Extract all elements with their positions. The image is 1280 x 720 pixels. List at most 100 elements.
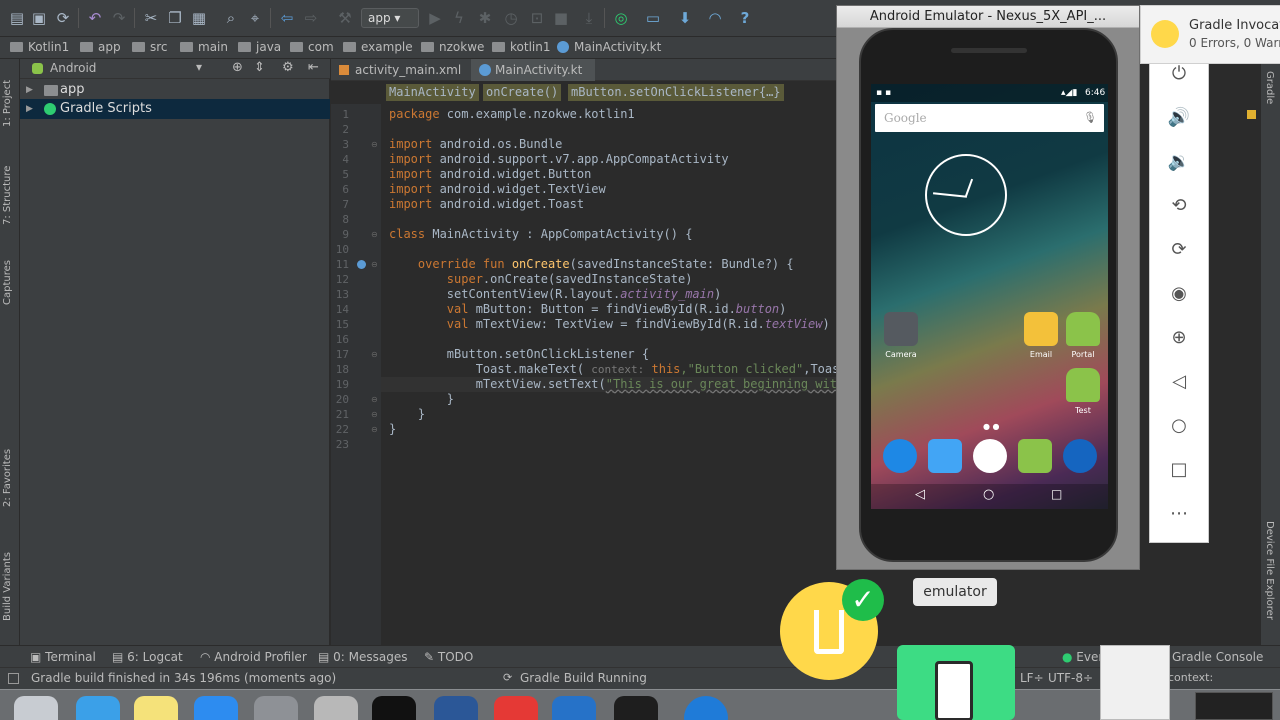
hide-icon[interactable]: ⇤	[308, 60, 319, 75]
run-icon[interactable]: ▶	[426, 9, 444, 27]
app-camera[interactable]: Camera	[877, 312, 925, 359]
tab-gradle-console[interactable]: Gradle Console	[1172, 649, 1263, 665]
warning-marker[interactable]	[1247, 110, 1256, 119]
breadcrumb-item[interactable]: app	[80, 39, 121, 55]
gradle-notification[interactable]: Gradle Invocatio 0 Errors, 0 Warnin	[1140, 5, 1280, 64]
chevron-down-icon[interactable]: ▾	[196, 60, 202, 74]
phone-app-icon[interactable]	[883, 439, 917, 473]
fold-marker-icon[interactable]: ⊖	[371, 140, 378, 149]
breadcrumb-item[interactable]: kotlin1	[492, 39, 550, 55]
app-portal[interactable]: Portal	[1059, 312, 1107, 359]
document-dock-icon[interactable]	[1100, 645, 1170, 720]
breadcrumb-item-current[interactable]: MainActivity.kt	[557, 39, 661, 55]
tab-mainactivity-kt[interactable]: MainActivity.kt ✕	[471, 59, 595, 99]
tab-device-file-explorer[interactable]: Device File Explorer	[1264, 521, 1275, 620]
breadcrumb-item[interactable]: java	[238, 39, 281, 55]
fold-marker-icon[interactable]: ⊖	[371, 395, 378, 404]
system-preferences-icon[interactable]	[254, 696, 298, 720]
chrome-icon[interactable]	[494, 696, 538, 720]
code-crumb-class[interactable]: MainActivity	[386, 84, 479, 101]
google-search-bar[interactable]: Google 🎙	[875, 104, 1104, 132]
redo-icon[interactable]: ↷	[110, 9, 128, 27]
terminal-app-icon[interactable]	[372, 696, 416, 720]
activity-monitor-thumbnail[interactable]	[1195, 692, 1273, 720]
breadcrumb-item[interactable]: com	[290, 39, 334, 55]
override-gutter-icon[interactable]	[357, 260, 366, 269]
home-icon[interactable]: ○	[1150, 411, 1208, 441]
app-email[interactable]: Email	[1017, 312, 1065, 359]
status-context[interactable]: context:	[1168, 671, 1213, 684]
quicktime-icon[interactable]	[684, 696, 728, 720]
scroll-from-source-icon[interactable]: ⊕	[232, 60, 243, 75]
launchpad-icon[interactable]	[14, 696, 58, 720]
paste-icon[interactable]: ▦	[190, 9, 208, 27]
analog-clock-widget[interactable]	[925, 154, 1007, 236]
contacts-app-icon[interactable]	[928, 439, 962, 473]
tab-messages[interactable]: ▤ 0: Messages	[318, 649, 408, 665]
back-icon[interactable]: ⇦	[278, 9, 296, 27]
status-message[interactable]: Gradle build finished in 34s 196ms (mome…	[31, 671, 336, 685]
app-store-icon[interactable]	[194, 696, 238, 720]
file-encoding[interactable]: UTF-8÷	[1048, 671, 1093, 685]
back-icon[interactable]: ◁	[1150, 367, 1208, 397]
view-mode-select[interactable]: Android	[50, 61, 96, 75]
copy-icon[interactable]: ❐	[166, 9, 184, 27]
forward-icon[interactable]: ⇨	[302, 9, 320, 27]
background-task[interactable]: Gradle Build Running	[520, 671, 647, 685]
fold-marker-icon[interactable]: ⊖	[371, 410, 378, 419]
expand-arrow-icon[interactable]: ▶	[26, 99, 33, 119]
notes-icon[interactable]	[134, 696, 178, 720]
browser-app-icon[interactable]	[1063, 439, 1097, 473]
run-config-select[interactable]: app ▾	[361, 8, 419, 28]
tab-favorites[interactable]: 2: Favorites	[2, 447, 18, 507]
line-separator[interactable]: LF÷	[1020, 671, 1044, 685]
fold-marker-icon[interactable]: ⊖	[371, 260, 378, 269]
undo-icon[interactable]: ↶	[86, 9, 104, 27]
screenshot-icon[interactable]: ◉	[1150, 279, 1208, 309]
tree-item-gradle-scripts[interactable]: ▶ Gradle Scripts	[20, 99, 330, 119]
rotate-right-icon[interactable]: ⟳	[1150, 235, 1208, 265]
build-icon[interactable]: ⚒	[336, 9, 354, 27]
finder-icon[interactable]	[76, 696, 120, 720]
nav-back-icon[interactable]: ◁	[915, 487, 925, 502]
cut-icon[interactable]: ✂	[142, 9, 160, 27]
profile-icon[interactable]: ◷	[502, 9, 520, 27]
app-test[interactable]: Test	[1059, 368, 1107, 415]
fold-marker-icon[interactable]: ⊖	[371, 425, 378, 434]
app-drawer-icon[interactable]	[973, 439, 1007, 473]
sdk-manager-icon[interactable]: ⬇	[676, 9, 694, 27]
volume-down-icon[interactable]: 🔉	[1150, 147, 1208, 177]
save-icon[interactable]: ▣	[30, 9, 48, 27]
tab-captures[interactable]: Captures	[2, 249, 18, 305]
breadcrumb-item[interactable]: nzokwe	[421, 39, 484, 55]
phone-screen[interactable]: ▪ ▪ ▴◢▮ 6:46 Google 🎙 Camera Email Porta…	[871, 84, 1108, 509]
breadcrumb-item[interactable]: src	[132, 39, 168, 55]
firefox-icon[interactable]	[552, 696, 596, 720]
overview-icon[interactable]: □	[1150, 455, 1208, 485]
messaging-app-icon[interactable]	[1018, 439, 1052, 473]
code-crumb-function[interactable]: onCreate()	[483, 84, 562, 101]
activity-monitor-icon[interactable]	[614, 696, 658, 720]
debug-icon[interactable]: ✱	[476, 9, 494, 27]
emulator-title[interactable]: Android Emulator - Nexus_5X_API_...	[837, 6, 1139, 28]
status-toggle-icon[interactable]	[8, 673, 19, 684]
tab-gradle[interactable]: Gradle	[1264, 71, 1275, 104]
volume-up-icon[interactable]: 🔊	[1150, 103, 1208, 133]
breadcrumb-item[interactable]: main	[180, 39, 228, 55]
nav-home-icon[interactable]: ○	[983, 487, 994, 502]
help-icon[interactable]: ?	[736, 9, 754, 27]
emulator-window[interactable]: Android Emulator - Nexus_5X_API_... ▪ ▪ …	[836, 5, 1140, 570]
tab-android-profiler[interactable]: ◠ Android Profiler	[200, 649, 307, 665]
zoom-icon[interactable]: ⊕	[1150, 323, 1208, 353]
run-coverage-icon[interactable]: ⤓	[580, 9, 598, 27]
preview-icon[interactable]	[314, 696, 358, 720]
gradle-sync-icon[interactable]: ◎	[612, 9, 630, 27]
gear-icon[interactable]: ⚙	[282, 60, 294, 75]
open-icon[interactable]: ▤	[8, 9, 26, 27]
replace-icon[interactable]: ⌖	[246, 9, 264, 27]
tab-activity-main-xml[interactable]: activity_main.xml ✕	[331, 59, 469, 99]
avd-manager-icon[interactable]: ▭	[644, 9, 662, 27]
word-icon[interactable]	[434, 696, 478, 720]
fold-marker-icon[interactable]: ⊖	[371, 350, 378, 359]
nav-overview-icon[interactable]: □	[1051, 487, 1062, 501]
